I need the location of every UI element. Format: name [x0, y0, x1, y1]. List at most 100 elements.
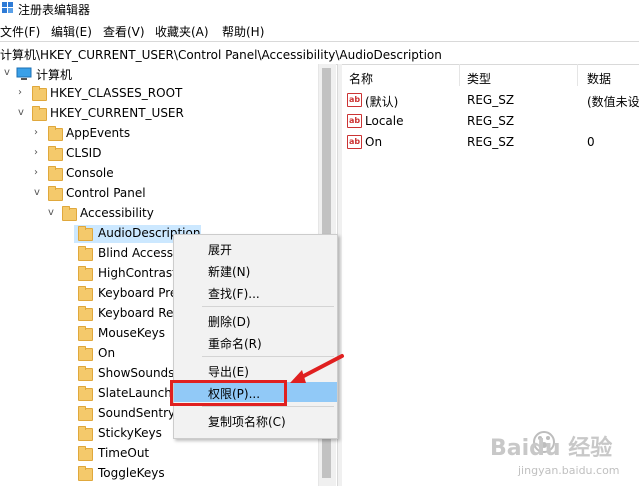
tree-node-keyboard-pre[interactable]: Keyboard Pre	[78, 285, 178, 304]
menu-separator	[202, 306, 334, 307]
tree-node-keyboard-re[interactable]: Keyboard Re	[78, 305, 178, 324]
menu-view[interactable]: 查看(V)	[103, 23, 145, 40]
menu-item-expand[interactable]: 展开	[174, 238, 337, 258]
folder-icon	[78, 306, 93, 321]
list-item[interactable]: ab (默认) REG_SZ (数值未设	[341, 90, 639, 110]
baidu-watermark: Baidu 经验 jingyan.baidu.com	[488, 422, 638, 484]
tree-node-console[interactable]: › Console	[34, 165, 234, 184]
folder-icon	[78, 246, 93, 261]
menu-edit[interactable]: 编辑(E)	[51, 23, 92, 40]
tree-node-computer[interactable]: v 计算机	[4, 65, 204, 84]
string-value-icon: ab	[347, 114, 362, 128]
tree-label: MouseKeys	[98, 326, 165, 340]
chevron-down-icon[interactable]: v	[34, 187, 44, 201]
tree-node-hkcr[interactable]: › HKEY_CLASSES_ROOT	[18, 85, 218, 104]
tree-node-control-panel[interactable]: v Control Panel	[34, 185, 234, 204]
value-name: (默认)	[365, 95, 399, 109]
chevron-down-icon[interactable]: v	[18, 107, 28, 121]
folder-icon	[48, 126, 63, 141]
tree-label: HKEY_CURRENT_USER	[50, 106, 184, 120]
menu-favorites[interactable]: 收藏夹(A)	[155, 23, 209, 40]
tree-label: CLSID	[66, 146, 102, 160]
menu-item-rename[interactable]: 重命名(R)	[174, 332, 337, 352]
column-header-type[interactable]: 类型	[467, 70, 491, 87]
tree-node-mousekeys[interactable]: MouseKeys	[78, 325, 178, 344]
chevron-right-icon[interactable]: ›	[34, 147, 44, 161]
folder-icon	[78, 226, 93, 241]
value-type: REG_SZ	[467, 93, 515, 107]
tree-label: Keyboard Pre	[98, 286, 178, 300]
tree-label: Control Panel	[66, 186, 146, 200]
tree-label: SlateLaunch	[98, 386, 172, 400]
folder-icon	[78, 346, 93, 361]
chevron-right-icon[interactable]: ›	[34, 127, 44, 141]
tree-label: On	[98, 346, 116, 360]
chevron-right-icon[interactable]: ›	[34, 167, 44, 181]
regedit-icon	[2, 2, 13, 13]
value-type: REG_SZ	[467, 114, 515, 128]
folder-icon	[32, 106, 47, 121]
list-item[interactable]: ab On REG_SZ 0	[341, 132, 639, 152]
tree-node-showsounds[interactable]: ShowSounds	[78, 365, 178, 384]
tree-node-timeout[interactable]: TimeOut	[78, 445, 178, 464]
menu-help[interactable]: 帮助(H)	[222, 23, 264, 40]
string-value-icon: ab	[347, 135, 362, 149]
tree-node-clsid[interactable]: › CLSID	[34, 145, 234, 164]
folder-icon	[48, 186, 63, 201]
column-separator[interactable]	[459, 64, 460, 86]
tree-node-soundsentry[interactable]: SoundSentry	[78, 405, 178, 424]
tree-node-hkcu[interactable]: v HKEY_CURRENT_USER	[18, 105, 218, 124]
folder-icon	[48, 166, 63, 181]
value-name: Locale	[365, 114, 404, 128]
tree-node-blind-access[interactable]: Blind Access	[78, 245, 178, 264]
address-bar[interactable]: 计算机\HKEY_CURRENT_USER\Control Panel\Acce…	[0, 41, 639, 65]
watermark-url: jingyan.baidu.com	[518, 464, 620, 477]
folder-icon	[78, 406, 93, 421]
tree-label: HKEY_CLASSES_ROOT	[50, 86, 183, 100]
menu-item-find[interactable]: 查找(F)...	[174, 282, 337, 302]
tree-node-on[interactable]: On	[78, 345, 178, 364]
tree-node-togglekeys[interactable]: ToggleKeys	[78, 465, 178, 484]
tree-label: ShowSounds	[98, 366, 175, 380]
tree-node-highcontrast[interactable]: HighContrast	[78, 265, 178, 284]
folder-icon	[78, 286, 93, 301]
tree-label: AppEvents	[66, 126, 131, 140]
folder-icon	[78, 366, 93, 381]
address-path: 计算机\HKEY_CURRENT_USER\Control Panel\Acce…	[0, 48, 442, 62]
title-bar: 注册表编辑器	[0, 0, 639, 18]
list-item[interactable]: ab Locale REG_SZ	[341, 111, 639, 131]
annotation-highlight-box	[170, 380, 287, 406]
tree-node-accessibility[interactable]: v Accessibility	[48, 205, 248, 224]
folder-icon	[62, 206, 77, 221]
value-name: On	[365, 135, 383, 149]
context-menu: 展开 新建(N) › 查找(F)... 删除(D) 重命名(R) 导出(E) 权限…	[173, 234, 338, 439]
tree-label: StickyKeys	[98, 426, 162, 440]
folder-icon	[48, 146, 63, 161]
menu-bar: 文件(F) 编辑(E) 查看(V) 收藏夹(A) 帮助(H)	[0, 20, 639, 40]
chevron-down-icon[interactable]: v	[48, 207, 58, 221]
column-header-name[interactable]: 名称	[349, 70, 373, 87]
column-separator[interactable]	[577, 64, 578, 86]
chevron-right-icon: ›	[208, 263, 213, 277]
column-header-data[interactable]: 数据	[587, 70, 611, 87]
computer-icon	[16, 67, 32, 80]
menu-file[interactable]: 文件(F)	[0, 23, 40, 40]
tree-label: ToggleKeys	[98, 466, 165, 480]
chevron-down-icon[interactable]: v	[4, 67, 14, 81]
menu-item-new[interactable]: 新建(N) ›	[174, 260, 337, 280]
annotation-arrow-icon	[290, 354, 344, 383]
tree-label: Accessibility	[80, 206, 154, 220]
folder-icon	[78, 446, 93, 461]
tree-label: Blind Access	[98, 246, 174, 260]
chevron-right-icon[interactable]: ›	[18, 87, 28, 101]
folder-icon	[78, 326, 93, 341]
tree-node-appevents[interactable]: › AppEvents	[34, 125, 234, 144]
tree-label: Keyboard Re	[98, 306, 174, 320]
menu-item-copy-key-name[interactable]: 复制项名称(C)	[174, 410, 337, 430]
folder-icon	[78, 266, 93, 281]
tree-node-slatelaunch[interactable]: SlateLaunch	[78, 385, 178, 404]
menu-item-delete[interactable]: 删除(D)	[174, 310, 337, 330]
tree-node-stickykeys[interactable]: StickyKeys	[78, 425, 178, 444]
folder-icon	[78, 426, 93, 441]
tree-label: 计算机	[36, 68, 73, 82]
